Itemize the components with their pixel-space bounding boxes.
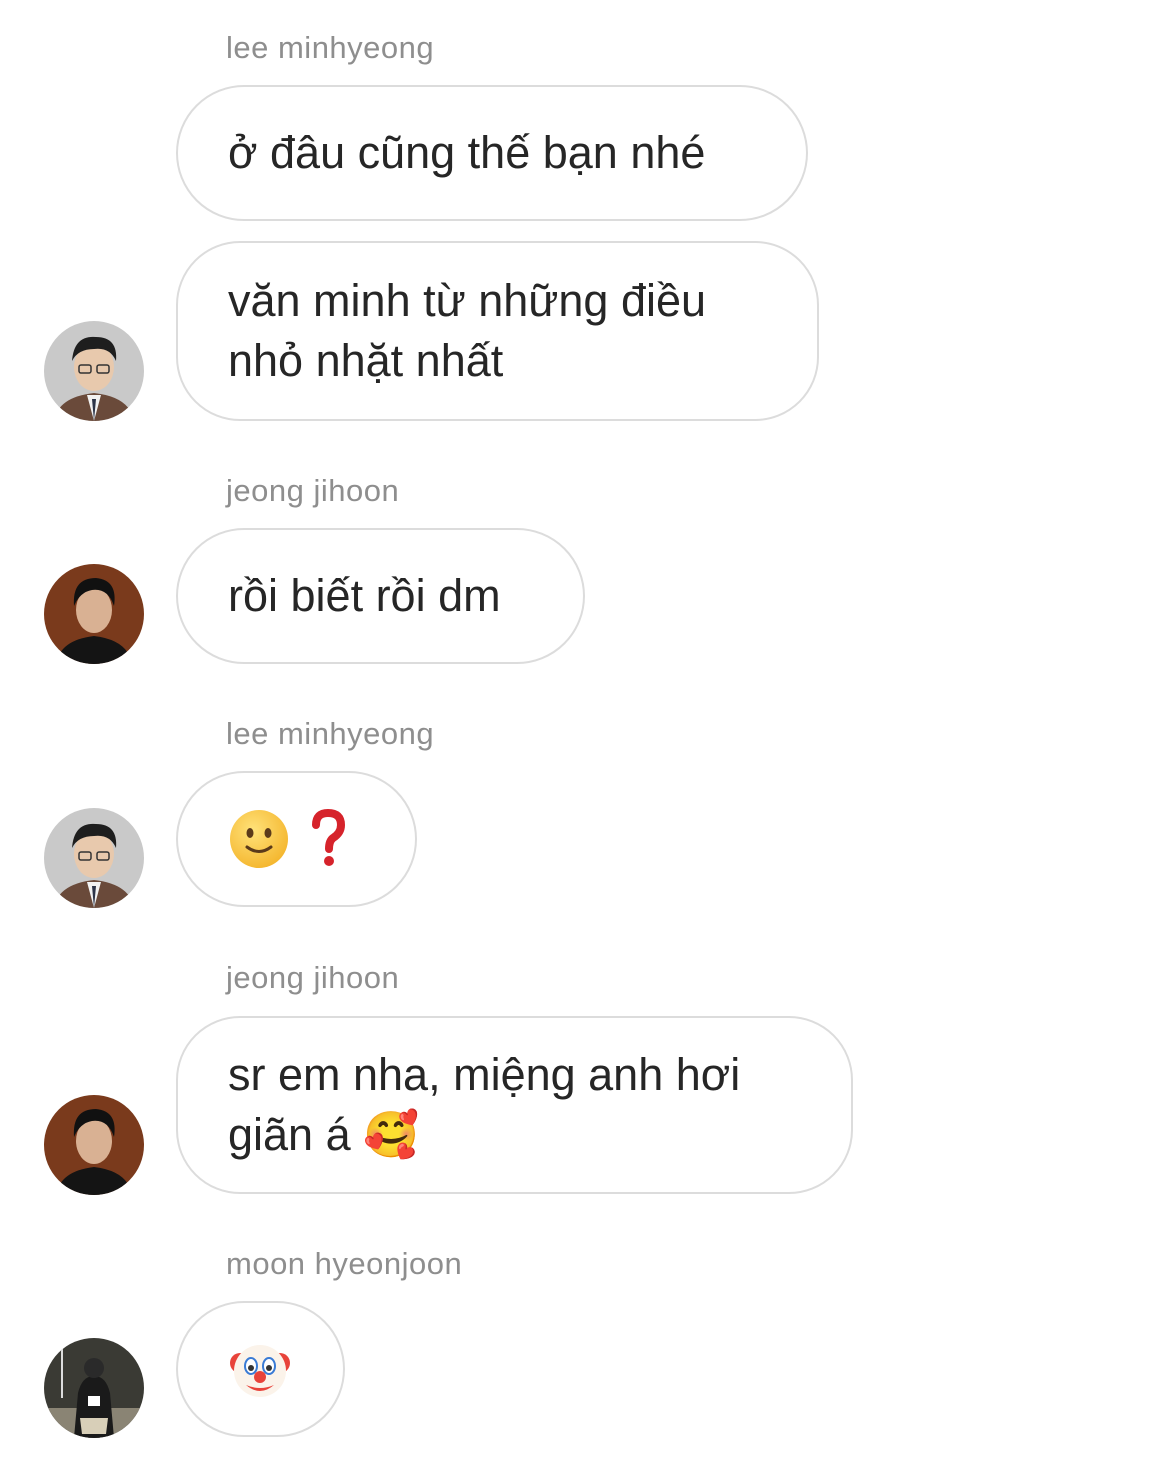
user-avatar-icon xyxy=(44,321,144,421)
message-bubble[interactable]: sr em nha, miệng anh hơi giãn á 🥰 xyxy=(176,1016,853,1194)
message-text: văn minh từ những điều nhỏ nhặt nhất xyxy=(228,275,707,386)
sender-name: jeong jihoon xyxy=(226,473,400,508)
message-bubble[interactable] xyxy=(176,1301,345,1437)
avatar[interactable] xyxy=(44,564,144,664)
red-question-mark-icon xyxy=(312,809,346,866)
sender-name: moon hyeonjoon xyxy=(226,1246,463,1281)
user-avatar-icon xyxy=(44,1095,144,1195)
sender-name: lee minhyeong xyxy=(226,716,435,751)
message-text: sr em nha, miệng anh hơi giãn á 🥰 xyxy=(228,1049,741,1160)
slightly-smiling-face-icon xyxy=(230,810,288,868)
avatar[interactable] xyxy=(44,1095,144,1195)
sender-name: jeong jihoon xyxy=(226,960,400,995)
clown-face-icon xyxy=(230,1345,290,1397)
user-avatar-icon xyxy=(44,1338,144,1438)
user-avatar-icon xyxy=(44,808,144,908)
message-bubble[interactable]: rồi biết rồi dm xyxy=(176,528,585,664)
avatar[interactable] xyxy=(44,1338,144,1438)
user-avatar-icon xyxy=(44,564,144,664)
avatar[interactable] xyxy=(44,321,144,421)
message-bubble[interactable]: ở đâu cũng thế bạn nhé xyxy=(176,85,808,221)
sender-name: lee minhyeong xyxy=(226,30,435,65)
message-text: rồi biết rồi dm xyxy=(228,570,501,621)
message-bubble[interactable]: văn minh từ những điều nhỏ nhặt nhất xyxy=(176,241,819,421)
message-bubble[interactable] xyxy=(176,771,417,907)
message-text: ở đâu cũng thế bạn nhé xyxy=(228,127,706,178)
avatar[interactable] xyxy=(44,808,144,908)
